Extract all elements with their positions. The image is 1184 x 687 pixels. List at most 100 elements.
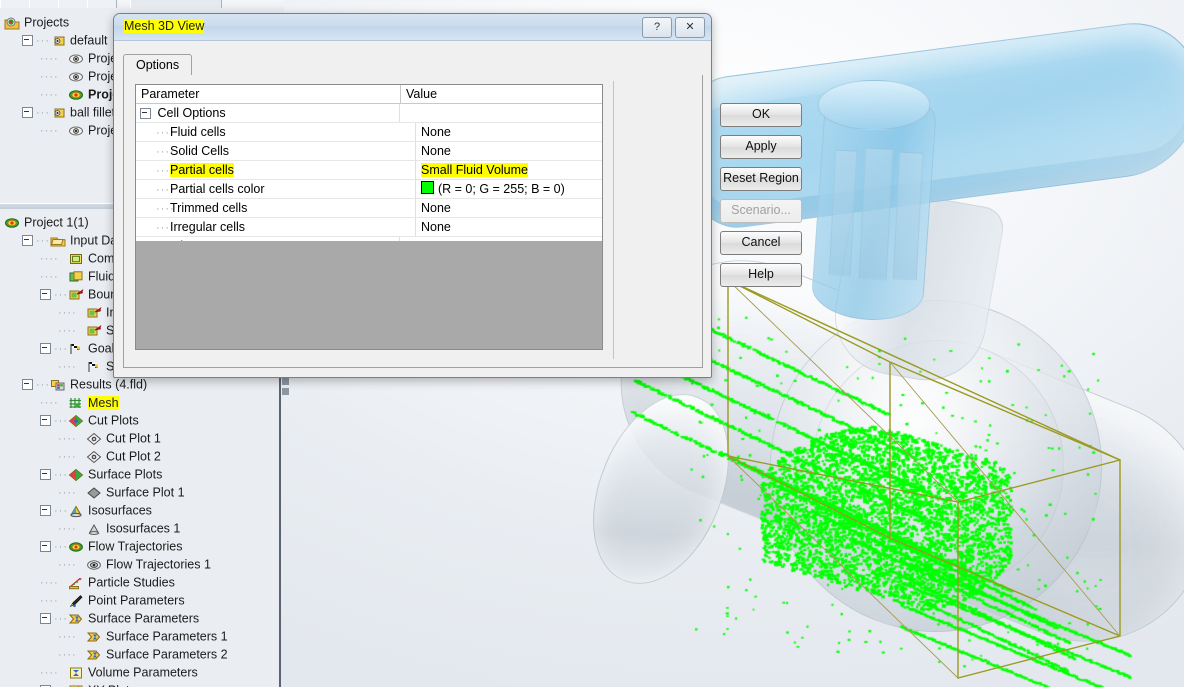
grid-row[interactable]: ····Partial cells Small Fluid Volume bbox=[136, 161, 602, 180]
tree-expander-collapse-icon[interactable] bbox=[40, 415, 51, 427]
tree-item-label: Particle Studies bbox=[88, 575, 175, 590]
tree-expander-collapse-icon[interactable] bbox=[40, 469, 51, 481]
close-icon[interactable]: ✕ bbox=[675, 17, 705, 38]
tree-expander-collapse-icon[interactable] bbox=[22, 35, 33, 47]
tree-connector: ···· bbox=[58, 522, 77, 535]
tree-item-xy-plots[interactable]: ···XY Plots bbox=[0, 681, 280, 687]
tree-connector: ··· bbox=[54, 540, 68, 553]
grid-row[interactable]: ····Trimmed cells None bbox=[136, 199, 602, 218]
tree-item-surface-plot-1[interactable]: ···· Surface Plot 1 bbox=[0, 483, 280, 501]
tree-item-cut-plot-2[interactable]: ···· Cut Plot 2 bbox=[0, 447, 280, 465]
grid-cell-value[interactable] bbox=[400, 104, 602, 122]
grid-row[interactable]: ····Solid Cells None bbox=[136, 142, 602, 161]
tree-item-label: Project 1(1) bbox=[24, 215, 89, 230]
grid-value-label: None bbox=[421, 125, 451, 139]
grid-row[interactable]: ····Irregular cells None bbox=[136, 218, 602, 237]
tree-item-point-parameters[interactable]: ···· Point Parameters bbox=[0, 591, 280, 609]
grid-header-row: Parameter Value bbox=[136, 85, 602, 104]
reset-region-button[interactable]: Reset Region bbox=[720, 167, 802, 191]
tree-item-isosurfaces-1[interactable]: ···· Isosurfaces 1 bbox=[0, 519, 280, 537]
tree-item-surface-parameters[interactable]: ··· Surface Parameters bbox=[0, 609, 280, 627]
surface-parameters-icon bbox=[68, 612, 84, 626]
tree-connector: ···· bbox=[58, 450, 77, 463]
tree-connector: ··· bbox=[54, 682, 68, 687]
tree-item-particle-studies[interactable]: ···· Particle Studies bbox=[0, 573, 280, 591]
tree-connector: ···· bbox=[58, 324, 77, 337]
grid-cell-value[interactable]: None bbox=[416, 199, 602, 217]
dialog-titlebar[interactable]: Mesh 3D View ? ✕ bbox=[114, 14, 711, 41]
grid-cell-value[interactable]: Small Fluid Volume bbox=[416, 161, 602, 179]
scroll-up-arrow[interactable] bbox=[282, 378, 289, 385]
boundary-condition-icon bbox=[86, 324, 102, 338]
grid-parameter-label: Partial cells bbox=[170, 163, 234, 177]
dialog-vertical-splitter[interactable] bbox=[613, 81, 614, 359]
toolbar-segment[interactable] bbox=[0, 0, 30, 8]
tree-item-cut-plot-1[interactable]: ···· Cut Plot 1 bbox=[0, 429, 280, 447]
toolbar-tab[interactable] bbox=[130, 0, 222, 8]
toolbar-segment[interactable] bbox=[29, 0, 59, 8]
cancel-button[interactable]: Cancel bbox=[720, 231, 802, 255]
grid-row[interactable]: ····Fluid cells None bbox=[136, 123, 602, 142]
tree-item-surface-parameters-2[interactable]: ···· Surface Parameters 2 bbox=[0, 645, 280, 663]
tree-item-surface-parameters-1[interactable]: ···· Surface Parameters 1 bbox=[0, 627, 280, 645]
grid-cell-value[interactable]: None bbox=[416, 142, 602, 160]
project-icon bbox=[68, 70, 84, 84]
tabstrip: Options bbox=[123, 54, 703, 76]
tree-expander-collapse-icon[interactable] bbox=[22, 107, 33, 119]
grid-cell-parameter: ····Solid Cells bbox=[136, 142, 416, 160]
tree-item-isosurfaces[interactable]: ··· Isosurfaces bbox=[0, 501, 280, 519]
scroll-down-arrow[interactable] bbox=[282, 388, 289, 395]
volume-parameters-icon bbox=[68, 666, 84, 680]
tree-expander-collapse-icon[interactable] bbox=[40, 343, 51, 355]
flow-trajectories-icon bbox=[68, 540, 84, 554]
tree-item-flow-trajectories[interactable]: ··· Flow Trajectories bbox=[0, 537, 280, 555]
boundary-conditions-icon bbox=[68, 288, 84, 302]
color-swatch[interactable] bbox=[421, 181, 434, 194]
dialog-body: Options Parameter Value Cell Options ····… bbox=[114, 40, 802, 377]
projects-folder-icon bbox=[4, 16, 20, 30]
tree-item-flow-trajectories-1[interactable]: ···· Flow Trajectories 1 bbox=[0, 555, 280, 573]
tree-expander-collapse-icon[interactable] bbox=[40, 613, 51, 625]
grid-cell-value[interactable]: None bbox=[416, 218, 602, 236]
tree-item-label: Isosurfaces bbox=[88, 503, 152, 518]
grid-parameter-label: Partial cells color bbox=[170, 182, 265, 196]
tree-item-volume-parameters[interactable]: ···· Volume Parameters bbox=[0, 663, 280, 681]
tree-item-cut-plots[interactable]: ··· Cut Plots bbox=[0, 411, 280, 429]
grid-parameter-label: Fluid cells bbox=[170, 125, 226, 139]
tab-options[interactable]: Options bbox=[123, 54, 193, 76]
tree-item-surface-plots[interactable]: ··· Surface Plots bbox=[0, 465, 280, 483]
grid-expander-collapse-icon[interactable] bbox=[140, 108, 151, 120]
tree-item-mesh[interactable]: ···· Mesh bbox=[0, 393, 280, 411]
tree-connector: ···· bbox=[58, 486, 77, 499]
tree-expander-collapse-icon[interactable] bbox=[22, 235, 33, 247]
tree-connector: ···· bbox=[40, 124, 59, 137]
grid-cell-value[interactable]: (R = 0; G = 255; B = 0) bbox=[416, 180, 602, 198]
grid-row[interactable]: Cell Options bbox=[136, 104, 602, 123]
surface-plot-icon bbox=[86, 486, 102, 500]
tree-connector: ··· bbox=[54, 468, 68, 481]
tree-connector: ··· bbox=[54, 288, 68, 301]
grid-cell-value[interactable]: None bbox=[416, 123, 602, 141]
dialog-button-column: OK Apply Reset Region Scenario... Cancel Help bbox=[720, 103, 802, 295]
tree-expander-collapse-icon[interactable] bbox=[40, 289, 51, 301]
ok-button[interactable]: OK bbox=[720, 103, 802, 127]
valve-handle-top bbox=[818, 80, 930, 130]
parameter-grid[interactable]: Parameter Value Cell Options ····Fluid ce… bbox=[135, 84, 603, 243]
tree-expander-collapse-icon[interactable] bbox=[40, 505, 51, 517]
grid-header-value: Value bbox=[406, 87, 438, 101]
tree-expander-collapse-icon[interactable] bbox=[22, 379, 33, 391]
apply-button[interactable]: Apply bbox=[720, 135, 802, 159]
tree-expander-collapse-icon[interactable] bbox=[40, 541, 51, 553]
project-active-icon bbox=[68, 88, 84, 102]
tree-item-label: Surface Parameters 1 bbox=[106, 629, 228, 644]
cut-plot-icon bbox=[86, 432, 102, 446]
grid-row[interactable]: ····Partial cells color (R = 0; G = 255; … bbox=[136, 180, 602, 199]
titlebar-help-icon[interactable]: ? bbox=[642, 17, 672, 38]
toolbar-segment[interactable] bbox=[87, 0, 117, 8]
options-tab-panel: Parameter Value Cell Options ····Fluid ce… bbox=[123, 75, 703, 368]
help-button[interactable]: Help bbox=[720, 263, 802, 287]
mesh-3d-view-dialog: Mesh 3D View ? ✕ Options Parameter Value… bbox=[113, 13, 802, 378]
computational-domain-icon bbox=[68, 252, 84, 266]
grid-value-label: (R = 0; G = 255; B = 0) bbox=[438, 182, 565, 196]
toolbar-segment[interactable] bbox=[58, 0, 88, 8]
